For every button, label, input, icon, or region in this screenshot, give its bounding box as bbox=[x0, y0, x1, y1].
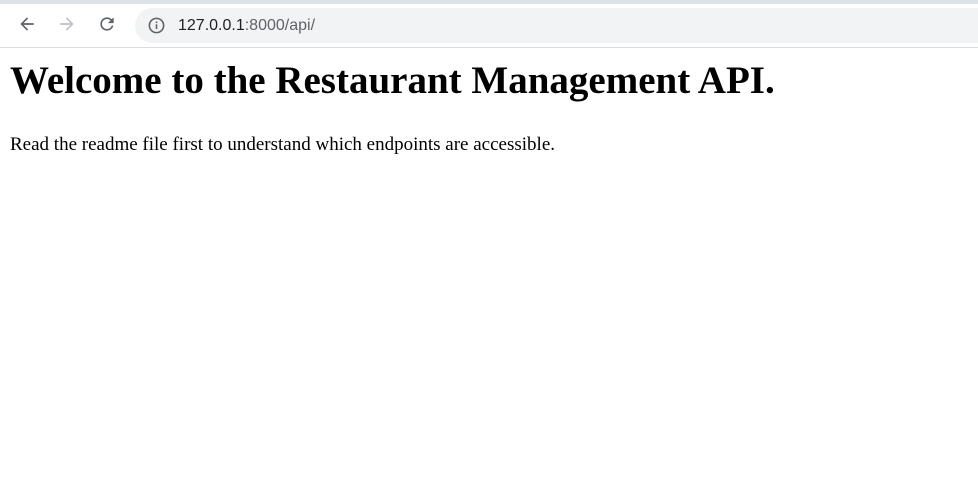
back-button[interactable] bbox=[11, 8, 43, 40]
url-host: 127.0.0.1 bbox=[178, 17, 245, 34]
back-arrow-icon bbox=[20, 17, 34, 31]
info-circle-icon[interactable] bbox=[147, 16, 166, 35]
address-bar[interactable]: 127.0.0.1:8000/api/ bbox=[135, 8, 978, 43]
reload-button[interactable] bbox=[91, 8, 123, 40]
page-description: Read the readme file first to understand… bbox=[10, 134, 555, 155]
url-text[interactable]: 127.0.0.1:8000/api/ bbox=[178, 8, 315, 43]
page-content: Welcome to the Restaurant Management API… bbox=[0, 48, 978, 480]
reload-icon bbox=[100, 17, 114, 31]
browser-toolbar: 127.0.0.1:8000/api/ bbox=[0, 4, 978, 48]
forward-button[interactable] bbox=[51, 8, 83, 40]
url-path: :8000/api/ bbox=[244, 17, 316, 34]
page-title: Welcome to the Restaurant Management API… bbox=[10, 59, 775, 102]
forward-arrow-icon bbox=[60, 17, 74, 31]
